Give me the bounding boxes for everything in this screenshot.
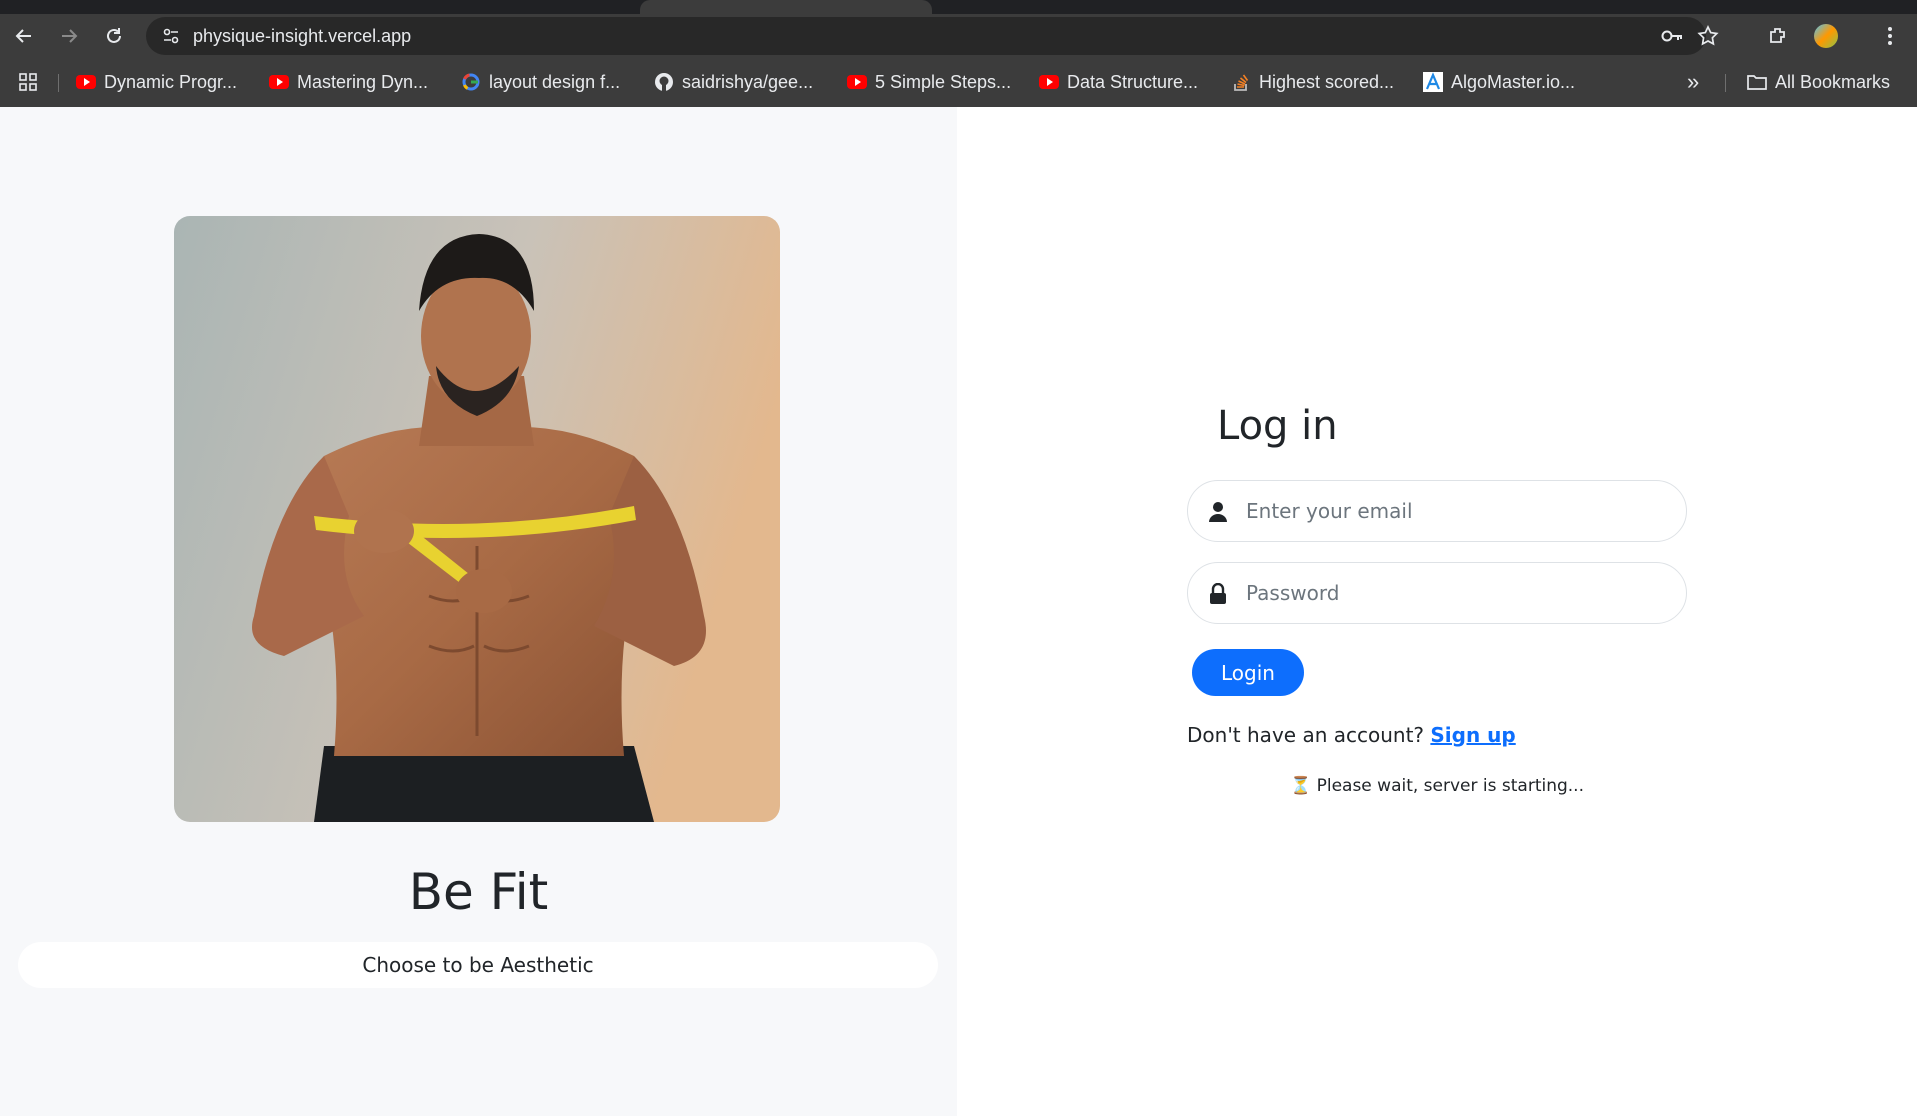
bookmark-item[interactable]: Mastering Dyn... (269, 68, 428, 96)
forward-button[interactable] (53, 20, 85, 52)
password-field[interactable] (1187, 562, 1687, 624)
address-bar[interactable]: physique-insight.vercel.app (146, 17, 1719, 55)
bookmark-item[interactable]: Data Structure... (1039, 68, 1198, 96)
all-bookmarks-button[interactable]: All Bookmarks (1747, 68, 1890, 96)
hero-image (174, 216, 780, 822)
bookmark-label: saidrishya/gee... (682, 71, 814, 92)
bookmark-item[interactable]: 5 Simple Steps... (847, 68, 1011, 96)
extensions-icon[interactable] (1762, 20, 1794, 52)
youtube-icon (847, 72, 867, 92)
user-icon (1206, 500, 1230, 524)
password-key-icon[interactable] (1657, 21, 1687, 51)
bookmark-label: Mastering Dyn... (297, 71, 429, 92)
bookmark-label: Highest scored... (1259, 71, 1395, 92)
bookmarks-bar: Dynamic Progr... Mastering Dyn... layout… (0, 58, 1917, 107)
brand-tagline: Choose to be Aesthetic (18, 942, 938, 988)
bookmark-item[interactable]: layout design f... (461, 68, 620, 96)
password-input[interactable] (1244, 573, 1664, 613)
youtube-icon (1039, 72, 1059, 92)
all-bookmarks-label: All Bookmarks (1775, 71, 1891, 92)
profile-avatar-icon[interactable] (1810, 20, 1842, 52)
bookmark-item[interactable]: Dynamic Progr... (76, 68, 237, 96)
youtube-icon (76, 72, 96, 92)
reload-icon (107, 28, 121, 43)
server-status-text: Please wait, server is starting... (1316, 776, 1584, 796)
bookmark-label: layout design f... (489, 71, 621, 92)
active-tab[interactable] (640, 0, 932, 14)
bookmark-item[interactable]: AlgoMaster.io... (1423, 68, 1575, 96)
hourglass-icon: ⏳ (1290, 776, 1312, 796)
browser-chrome: physique-insight.vercel.app Dynamic Prog… (0, 0, 1917, 107)
bookmark-item[interactable]: saidrishya/gee... (654, 68, 813, 96)
login-title: Log in (1217, 403, 1338, 449)
bookmarks-divider (58, 74, 59, 92)
reload-button[interactable] (98, 20, 130, 52)
algomaster-icon (1423, 72, 1443, 92)
signup-prompt: Don't have an account? Sign up (1187, 723, 1516, 747)
url-text[interactable]: physique-insight.vercel.app (193, 17, 411, 55)
login-button[interactable]: Login (1192, 649, 1304, 696)
github-icon (654, 72, 674, 92)
signup-link[interactable]: Sign up (1430, 723, 1515, 747)
site-info-icon[interactable] (156, 21, 186, 51)
email-input[interactable] (1244, 491, 1664, 531)
bookmark-label: 5 Simple Steps... (875, 71, 1012, 92)
bookmark-label: Data Structure... (1067, 71, 1199, 92)
lock-icon (1206, 582, 1230, 606)
stackoverflow-icon (1231, 72, 1251, 92)
email-field[interactable] (1187, 480, 1687, 542)
bookmarks-divider (1725, 74, 1726, 92)
bookmark-label: AlgoMaster.io... (1451, 71, 1576, 92)
folder-icon (1747, 72, 1767, 92)
forward-arrow-icon (62, 29, 78, 43)
bookmark-star-icon[interactable] (1693, 21, 1723, 51)
tab-strip (0, 0, 1917, 14)
brand-title: Be Fit (408, 863, 549, 921)
back-button[interactable] (8, 20, 40, 52)
no-account-text: Don't have an account? (1187, 723, 1425, 747)
brand-panel: Be Fit Choose to be Aesthetic (0, 107, 957, 1116)
bookmark-label: Dynamic Progr... (104, 71, 238, 92)
login-panel: Log in Login Don't have an account? Sign… (957, 107, 1917, 1116)
bookmark-item[interactable]: Highest scored... (1231, 68, 1394, 96)
browser-toolbar: physique-insight.vercel.app (0, 14, 1917, 58)
apps-grid-icon[interactable] (18, 68, 38, 96)
server-status: ⏳ Please wait, server is starting... (1187, 776, 1687, 796)
google-icon (461, 72, 481, 92)
youtube-icon (269, 72, 289, 92)
back-arrow-icon (15, 29, 31, 43)
page-content: Be Fit Choose to be Aesthetic Log in Log… (0, 107, 1917, 1116)
bookmarks-overflow-button[interactable]: » (1687, 68, 1699, 96)
browser-menu-icon[interactable] (1874, 20, 1906, 52)
